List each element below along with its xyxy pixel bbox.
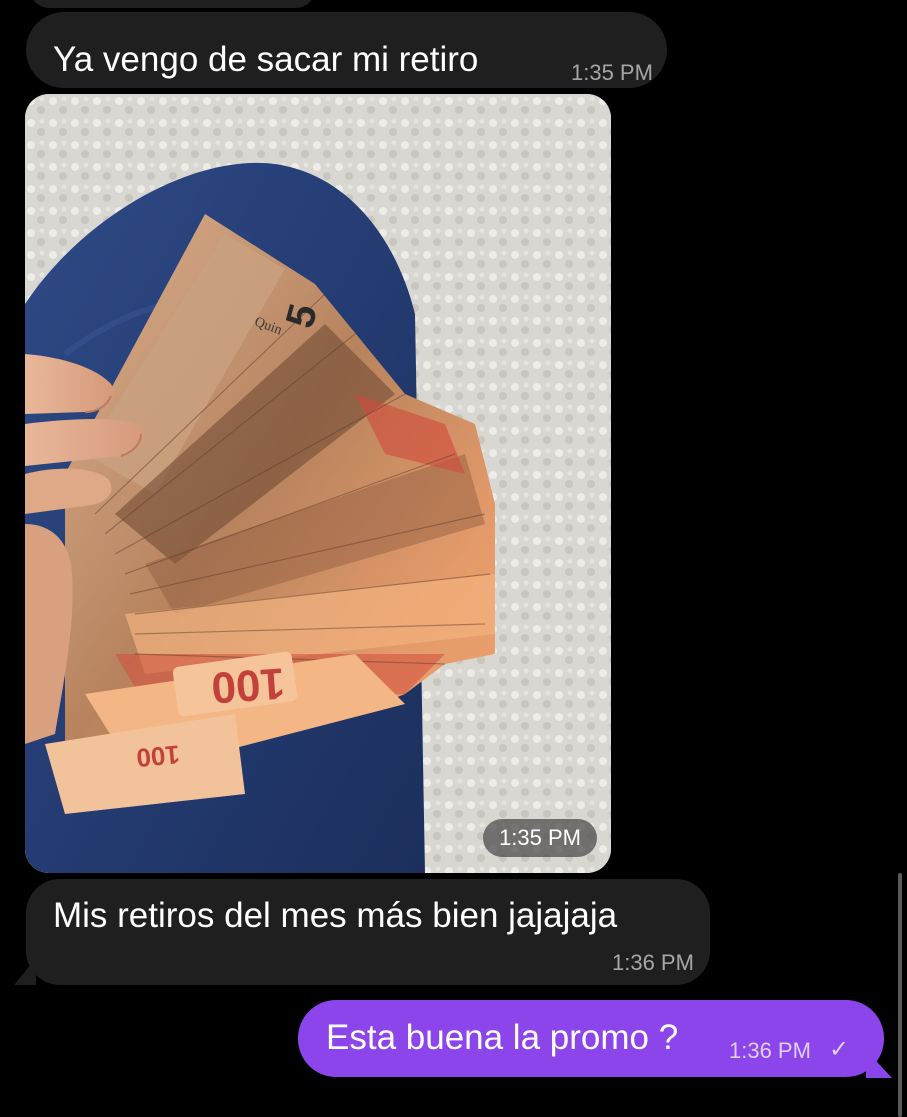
photo-timestamp: 1:35 PM (483, 819, 597, 857)
message-text: Ya vengo de sacar mi retiro (53, 40, 479, 79)
message-timestamp: 1:35 PM (571, 60, 653, 85)
message-timestamp: 1:36 PM (612, 950, 694, 975)
outgoing-message[interactable]: Esta buena la promo ? 1:36 PM ✓ (298, 1000, 884, 1077)
message-text: Mis retiros del mes más bien jajajaja (53, 896, 618, 935)
previous-message-bubble[interactable] (30, 0, 315, 8)
photo-image: 100 100 5 Quin (25, 94, 611, 873)
checkmark-icon: ✓ (829, 1036, 850, 1063)
banknote-label-100: 100 (210, 658, 287, 712)
incoming-message[interactable]: Ya vengo de sacar mi retiro 1:35 PM (26, 12, 667, 88)
incoming-message[interactable]: Mis retiros del mes más bien jajajaja 1:… (26, 879, 710, 985)
message-text: Esta buena la promo ? (326, 1018, 679, 1057)
message-timestamp: 1:36 PM (729, 1038, 811, 1063)
banknote-label-100-small: 100 (135, 739, 181, 773)
outgoing-bubble-tail (866, 1050, 892, 1078)
photo-message[interactable]: 100 100 5 Quin 1:35 PM (25, 94, 611, 873)
scrollbar[interactable] (898, 873, 902, 1117)
incoming-bubble-tail (14, 958, 36, 985)
